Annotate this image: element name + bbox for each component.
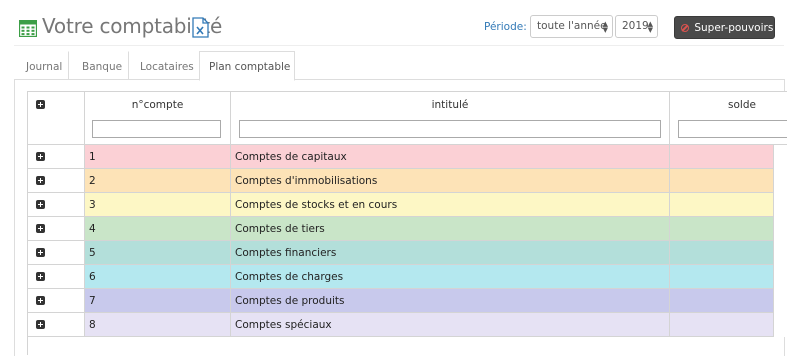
solde-cell — [670, 265, 774, 289]
expand-row-icon[interactable] — [36, 200, 45, 209]
periode-select[interactable]: toute l'année ▲ ▼ — [530, 15, 613, 38]
numero-header: n°compte — [85, 92, 231, 145]
expand-cell — [28, 313, 85, 337]
intitule-cell: Comptes d'immobilisations — [231, 169, 670, 193]
solde-cell — [670, 289, 774, 313]
tab-journal-label: Journal — [26, 61, 63, 73]
intitule-cell: Comptes de produits — [231, 289, 670, 313]
expand-row-icon[interactable] — [36, 272, 45, 281]
super-pouvoirs-label: Super-pouvoirs — [694, 22, 774, 34]
numero-cell: 8 — [85, 313, 231, 337]
expand-row-icon[interactable] — [36, 296, 45, 305]
solde-cell — [670, 217, 774, 241]
table-row[interactable]: 8 Comptes spéciaux — [28, 313, 787, 337]
tab-locataires[interactable]: Locataires — [129, 51, 199, 80]
numero-cell: 4 — [85, 217, 231, 241]
year-select-value: 2019 — [622, 20, 649, 32]
expand-row-icon[interactable] — [36, 224, 45, 233]
super-pouvoirs-button[interactable]: Super-pouvoirs — [674, 16, 786, 39]
accounts-grid: n°compte intitulé solde 1 Comptes de capi… — [27, 91, 787, 355]
ban-icon — [681, 24, 689, 32]
intitule-cell: Comptes de capitaux — [231, 145, 670, 169]
select-arrows-icon: ▲ ▼ — [647, 20, 653, 34]
table-row[interactable]: 1 Comptes de capitaux — [28, 145, 787, 169]
tab-banque-label: Banque — [82, 61, 123, 73]
intitule-cell: Comptes financiers — [231, 241, 670, 265]
expand-all-icon[interactable] — [36, 100, 45, 109]
solde-column-title[interactable]: solde — [670, 99, 787, 111]
solde-header: solde — [670, 92, 787, 145]
intitule-header: intitulé — [231, 92, 670, 145]
row-gutter — [774, 289, 787, 313]
intitule-cell: Comptes de stocks et en cours — [231, 193, 670, 217]
intitule-cell: Comptes de charges — [231, 265, 670, 289]
intitule-cell: Comptes de tiers — [231, 217, 670, 241]
expand-cell — [28, 145, 85, 169]
solde-cell — [670, 169, 774, 193]
tab-content-panel: n°compte intitulé solde 1 Comptes de capi… — [14, 80, 787, 356]
table-row[interactable]: 2 Comptes d'immobilisations — [28, 169, 787, 193]
tab-plan-comptable-label: Plan comptable — [209, 61, 291, 73]
grid-header-row: n°compte intitulé solde — [28, 92, 787, 145]
tab-plan-comptable[interactable]: Plan comptable — [199, 51, 295, 81]
row-gutter — [774, 313, 787, 337]
tab-journal[interactable]: Journal — [14, 51, 69, 80]
row-gutter — [774, 217, 787, 241]
solde-cell — [670, 145, 774, 169]
table-row[interactable]: 7 Comptes de produits — [28, 289, 787, 313]
caret-down-icon — [779, 26, 786, 30]
numero-cell: 1 — [85, 145, 231, 169]
tab-bar: Journal Banque Locataires Plan comptable — [14, 51, 785, 81]
row-gutter — [774, 145, 787, 169]
row-gutter — [774, 169, 787, 193]
calculator-icon — [19, 20, 37, 37]
table-row[interactable]: 4 Comptes de tiers — [28, 217, 787, 241]
expand-cell — [28, 193, 85, 217]
numero-cell: 2 — [85, 169, 231, 193]
numero-cell: 6 — [85, 265, 231, 289]
numero-cell: 5 — [85, 241, 231, 265]
periode-label: Période: — [484, 21, 527, 33]
excel-file-icon[interactable] — [192, 17, 209, 38]
tab-banque[interactable]: Banque — [69, 51, 129, 80]
select-arrows-icon: ▲ ▼ — [602, 20, 608, 34]
expand-row-icon[interactable] — [36, 152, 45, 161]
expand-row-icon[interactable] — [36, 248, 45, 257]
solde-cell — [670, 313, 774, 337]
expand-all-header — [28, 92, 85, 145]
table-row[interactable]: 3 Comptes de stocks et en cours — [28, 193, 787, 217]
numero-cell: 3 — [85, 193, 231, 217]
solde-cell — [670, 193, 774, 217]
tab-locataires-label: Locataires — [140, 61, 194, 73]
periode-select-value: toute l'année — [537, 20, 607, 32]
header-divider — [14, 45, 784, 46]
expand-cell — [28, 265, 85, 289]
solde-cell — [670, 241, 774, 265]
app-header: Votre comptabilité Période: toute l'anné… — [0, 0, 800, 48]
expand-row-icon[interactable] — [36, 176, 45, 185]
expand-row-icon[interactable] — [36, 320, 45, 329]
expand-cell — [28, 241, 85, 265]
solde-filter-input[interactable] — [678, 120, 787, 138]
table-row[interactable]: 5 Comptes financiers — [28, 241, 787, 265]
numero-filter-input[interactable] — [92, 120, 221, 138]
intitule-filter-input[interactable] — [239, 120, 661, 138]
expand-cell — [28, 289, 85, 313]
intitule-cell: Comptes spéciaux — [231, 313, 670, 337]
row-gutter — [774, 241, 787, 265]
expand-cell — [28, 217, 85, 241]
intitule-column-title[interactable]: intitulé — [231, 99, 669, 111]
row-gutter — [774, 265, 787, 289]
row-gutter — [774, 193, 787, 217]
expand-cell — [28, 169, 85, 193]
numero-column-title[interactable]: n°compte — [85, 99, 230, 111]
table-row[interactable]: 6 Comptes de charges — [28, 265, 787, 289]
year-select[interactable]: 2019 ▲ ▼ — [615, 15, 658, 38]
numero-cell: 7 — [85, 289, 231, 313]
